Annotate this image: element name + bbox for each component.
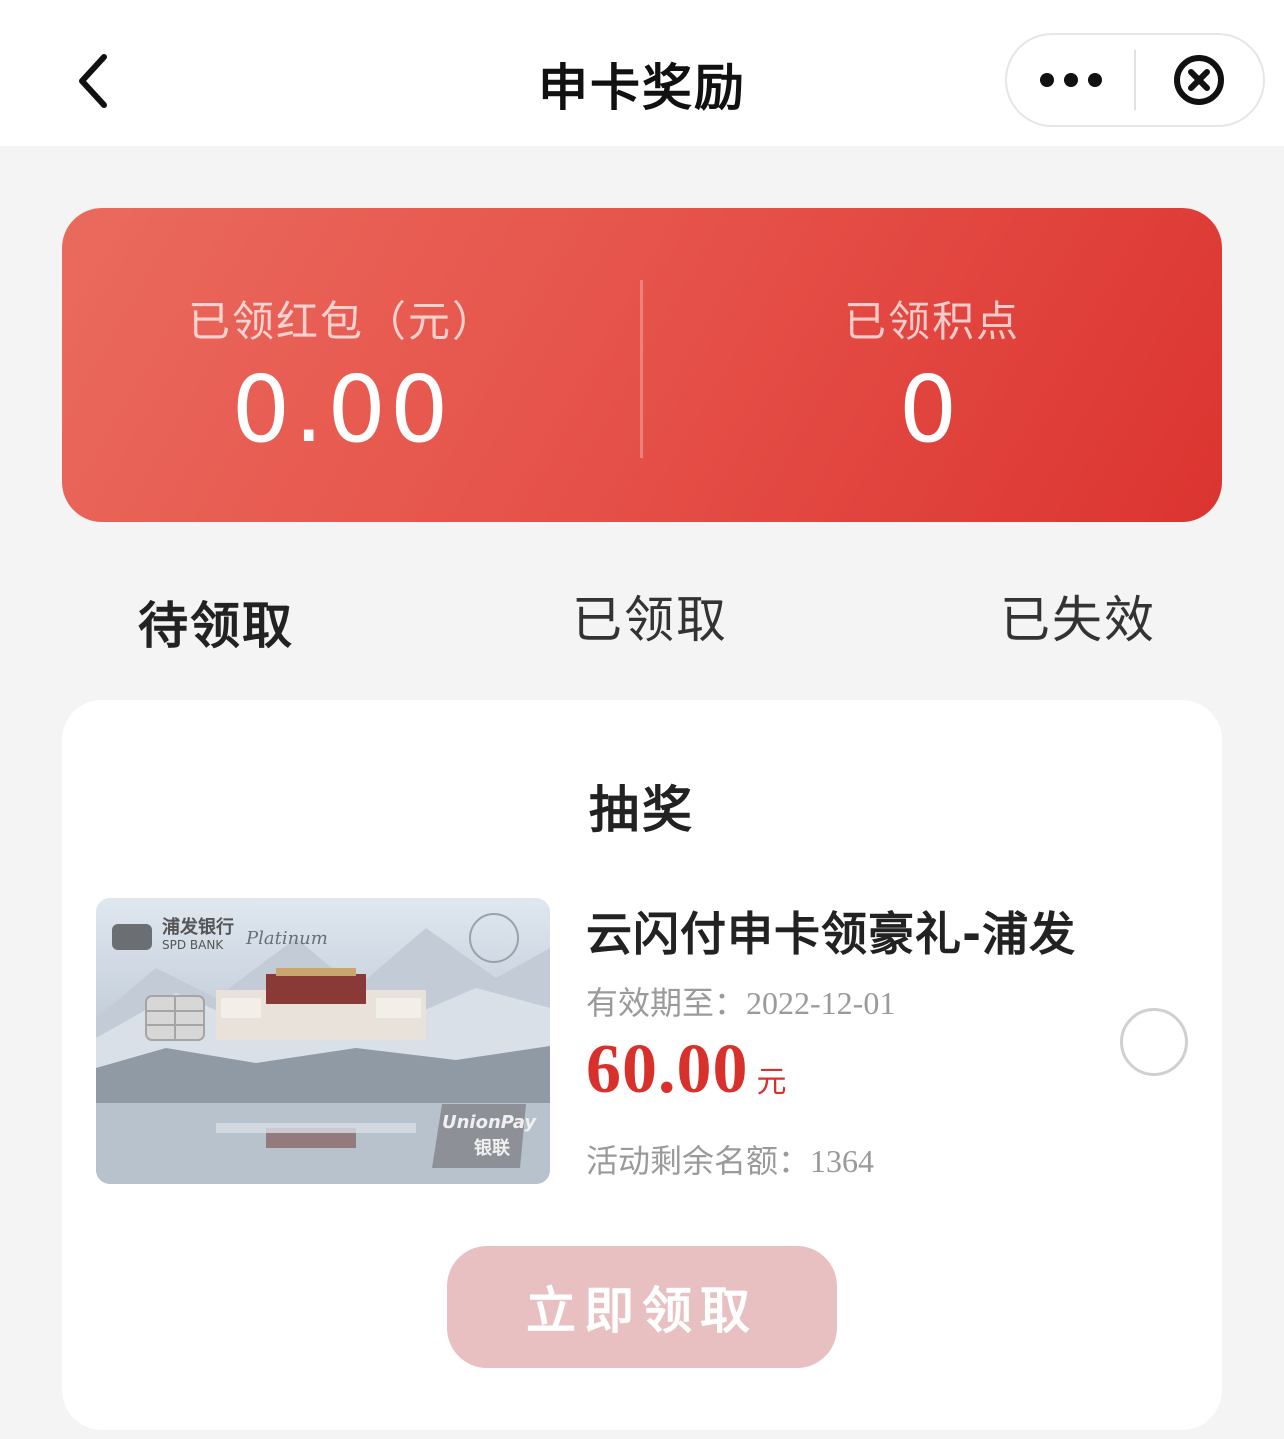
- more-dots-icon: [1039, 73, 1102, 87]
- credit-card-image: 浦发银行 SPD BANK Platinum UnionPay 银联: [96, 898, 550, 1184]
- points-label: 已领积点: [843, 297, 1020, 346]
- quota-count: 1364: [810, 1143, 875, 1179]
- close-button[interactable]: [1136, 35, 1263, 125]
- page: 申卡奖励 已领红包（元） 0.00 已领积点 0 待领取 已领取 已失效 抽奖 …: [0, 0, 1284, 1439]
- unionpay-logo: UnionPay: [442, 1112, 537, 1133]
- more-button[interactable]: [1007, 35, 1134, 125]
- tab-expired[interactable]: 已失效: [1000, 580, 1156, 652]
- reward-select-radio[interactable]: [1120, 1008, 1188, 1076]
- points-value: 0: [898, 356, 962, 463]
- unionpay-logo-cn: 银联: [474, 1138, 510, 1159]
- bank-name-en: SPD BANK: [162, 938, 224, 952]
- reward-expiry: 有效期至：2022-12-01: [586, 978, 895, 1024]
- amount-unit: 元: [756, 1065, 787, 1100]
- section-title: 抽奖: [589, 781, 695, 839]
- claim-button[interactable]: 立即领取: [447, 1246, 837, 1368]
- reward-section: 抽奖 浦发银行 SPD BANK Platinum UnionPay 银联 云闪…: [62, 700, 1222, 1430]
- card-tier: Platinum: [246, 928, 328, 949]
- amount-value: 60.00: [586, 1031, 749, 1108]
- quota-label: 活动剩余名额：: [586, 1142, 811, 1180]
- expiry-label: 有效期至：: [586, 984, 747, 1022]
- reward-name: 云闪付申卡领豪礼-浦发: [586, 907, 1077, 961]
- tab-pending[interactable]: 待领取: [138, 586, 294, 658]
- navbar: 申卡奖励: [0, 0, 1284, 146]
- points-stat: 已领积点 0: [642, 208, 1222, 522]
- tab-claimed[interactable]: 已领取: [572, 580, 728, 652]
- remaining-quota: 活动剩余名额：1364: [586, 1136, 874, 1182]
- rewards-summary-card: 已领红包（元） 0.00 已领积点 0: [62, 208, 1222, 522]
- expiry-date: 2022-12-01: [746, 985, 896, 1021]
- red-packet-label: 已领红包（元）: [187, 297, 496, 346]
- close-circle-icon: [1174, 55, 1225, 105]
- red-packet-stat: 已领红包（元） 0.00: [62, 208, 642, 522]
- bank-name: 浦发银行: [162, 917, 234, 938]
- mini-program-capsule: [1005, 33, 1265, 127]
- reward-amount: 60.00 元: [586, 1030, 787, 1110]
- status-tabs: 待领取 已领取 已失效: [0, 560, 1284, 660]
- red-packet-value: 0.00: [231, 356, 453, 463]
